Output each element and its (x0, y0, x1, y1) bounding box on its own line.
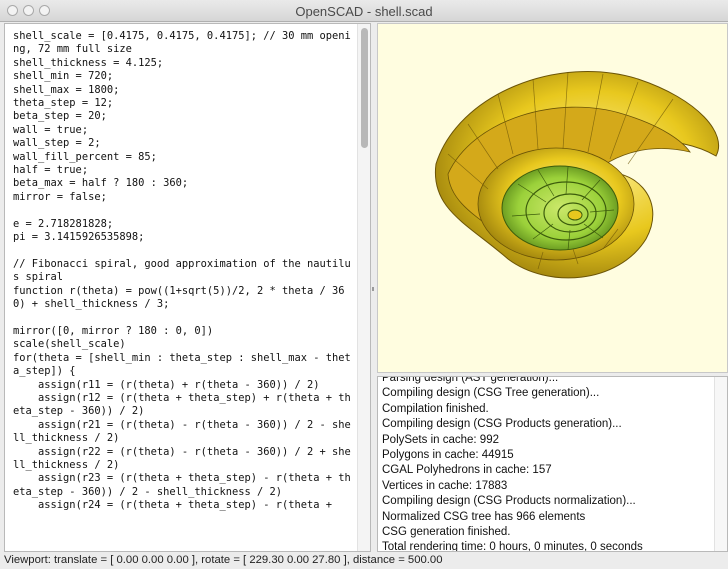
console-line: Polygons in cache: 44915 (382, 449, 514, 462)
console-line: CGAL Polyhedrons in cache: 157 (382, 464, 552, 477)
window-title: OpenSCAD - shell.scad (295, 4, 433, 19)
viewport-status: Viewport: translate = [ 0.00 0.00 0.00 ]… (4, 554, 443, 566)
console-line: Normalized CSG tree has 966 elements (382, 510, 586, 523)
splitter-grip[interactable] (372, 287, 374, 291)
title-bar: OpenSCAD - shell.scad (0, 0, 728, 22)
code-editor[interactable]: shell_scale = [0.4175, 0.4175, 0.4175]; … (4, 23, 371, 552)
console-line: Compiling design (CSG Products generatio… (382, 418, 622, 431)
console-line: PolySets in cache: 992 (382, 433, 499, 446)
console-line: Vertices in cache: 17883 (382, 479, 508, 492)
editor-scrollbar[interactable] (357, 24, 370, 551)
console-output[interactable]: Parsing design (AST generation)... Compi… (377, 376, 728, 552)
editor-code-text[interactable]: shell_scale = [0.4175, 0.4175, 0.4175]; … (13, 30, 355, 513)
console-line: Compiling design (CSG Tree generation)..… (382, 387, 600, 400)
shell-render-icon (434, 71, 720, 279)
console-line: Parsing design (AST generation)... (382, 376, 559, 384)
console-scrollbar[interactable] (714, 377, 727, 551)
console-line: Compiling design (CSG Products normaliza… (382, 495, 636, 508)
console-line: CSG generation finished. (382, 526, 511, 539)
3d-viewport[interactable] (377, 23, 728, 373)
console-line: Total rendering time: 0 hours, 0 minutes… (382, 541, 643, 552)
editor-scrollbar-thumb[interactable] (361, 28, 368, 148)
console-line: Compilation finished. (382, 402, 489, 415)
